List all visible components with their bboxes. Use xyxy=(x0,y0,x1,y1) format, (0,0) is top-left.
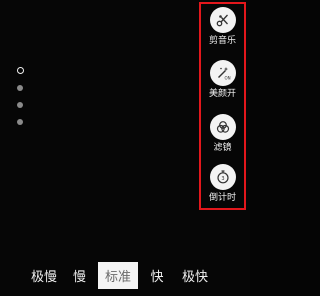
speed-option-standard[interactable]: 标准 xyxy=(98,262,138,289)
cut-music-button[interactable]: 剪音乐 xyxy=(201,7,244,46)
page-dot[interactable] xyxy=(17,102,23,108)
tool-label: 剪音乐 xyxy=(208,36,236,46)
page-dot[interactable] xyxy=(17,119,23,125)
countdown-timer-icon: 3 xyxy=(209,164,236,190)
countdown-button[interactable]: 3 倒计时 xyxy=(201,164,244,203)
filter-button[interactable]: 滤镜 xyxy=(201,114,244,153)
beauty-wand-icon: ON xyxy=(209,60,236,86)
scissors-icon xyxy=(209,7,236,33)
speed-option-fast[interactable]: 快 xyxy=(138,262,176,289)
speed-option-very-fast[interactable]: 极快 xyxy=(176,262,214,289)
beauty-toggle-button[interactable]: ON 美颜开 xyxy=(201,60,244,99)
tools-panel-highlight: 剪音乐 ON 美颜开 滤镜 3 倒计时 xyxy=(199,2,246,210)
tool-label: 倒计时 xyxy=(208,193,236,203)
speed-option-slow[interactable]: 慢 xyxy=(61,262,98,289)
svg-text:3: 3 xyxy=(221,176,224,182)
speed-selector: 极慢 慢 标准 快 极快 xyxy=(27,262,214,289)
svg-text:ON: ON xyxy=(224,76,230,81)
page-dot[interactable] xyxy=(17,85,23,91)
speed-option-very-slow[interactable]: 极慢 xyxy=(27,262,61,289)
page-indicator xyxy=(17,67,25,136)
page-dot-active[interactable] xyxy=(17,67,24,74)
tool-label: 滤镜 xyxy=(213,143,232,153)
tool-label: 美颜开 xyxy=(208,89,236,99)
filter-circles-icon xyxy=(209,114,236,140)
camera-screen: 剪音乐 ON 美颜开 滤镜 3 倒计时 极慢 慢 标准 快 极快 xyxy=(0,0,250,296)
